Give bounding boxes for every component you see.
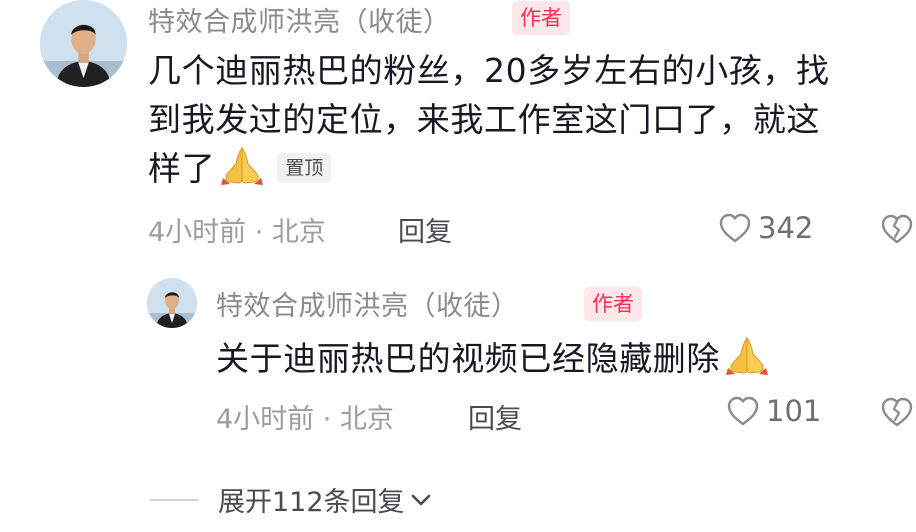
like-count: 342 xyxy=(758,211,814,245)
heart-icon xyxy=(718,212,752,244)
comment-text-line-end: 样了 xyxy=(148,149,216,188)
author-badge: 作者 xyxy=(512,1,570,35)
like-count: 101 xyxy=(766,394,822,428)
broken-heart-icon[interactable] xyxy=(880,395,914,429)
avatar[interactable] xyxy=(40,0,127,87)
folded-hands-icon xyxy=(722,334,772,376)
reply-avatar[interactable] xyxy=(147,278,197,328)
comment-time-location: 4小时前 · 北京 xyxy=(148,217,326,248)
comment-text-line: 到我发过的定位，来我工作室这门口了，就这 xyxy=(148,100,820,139)
reply-time-location: 4小时前 · 北京 xyxy=(216,404,394,435)
pinned-badge: 置顶 xyxy=(277,153,332,183)
reply-author-name[interactable]: 特效合成师洪亮（收徒） xyxy=(216,284,519,323)
broken-heart-icon[interactable] xyxy=(880,212,914,246)
author-badge: 作者 xyxy=(584,287,642,321)
reply-button[interactable]: 回复 xyxy=(398,210,452,249)
like-button[interactable]: 342 xyxy=(718,211,813,245)
chevron-down-icon xyxy=(411,494,430,505)
expand-replies-button[interactable]: 展开112条回复 xyxy=(150,480,433,519)
comment-author-name[interactable]: 特效合成师洪亮（收徒） xyxy=(148,0,451,39)
reply-text-body: 关于迪丽热巴的视频已经隐藏删除 xyxy=(216,339,720,378)
divider-line xyxy=(150,498,198,501)
comment-text: 几个迪丽热巴的粉丝，20多岁左右的小孩，找 到我发过的定位，来我工作室这门口了，… xyxy=(148,46,908,193)
folded-hands-icon xyxy=(217,144,267,186)
reply-text: 关于迪丽热巴的视频已经隐藏删除 xyxy=(216,334,906,383)
expand-replies-label: 展开112条回复 xyxy=(218,487,405,518)
like-button[interactable]: 101 xyxy=(726,394,821,428)
heart-icon xyxy=(726,395,760,427)
comment-text-line: 样了 置顶 xyxy=(148,144,908,193)
comment-text-line: 几个迪丽热巴的粉丝，20多岁左右的小孩，找 xyxy=(148,51,830,90)
reply-button[interactable]: 回复 xyxy=(468,397,522,436)
